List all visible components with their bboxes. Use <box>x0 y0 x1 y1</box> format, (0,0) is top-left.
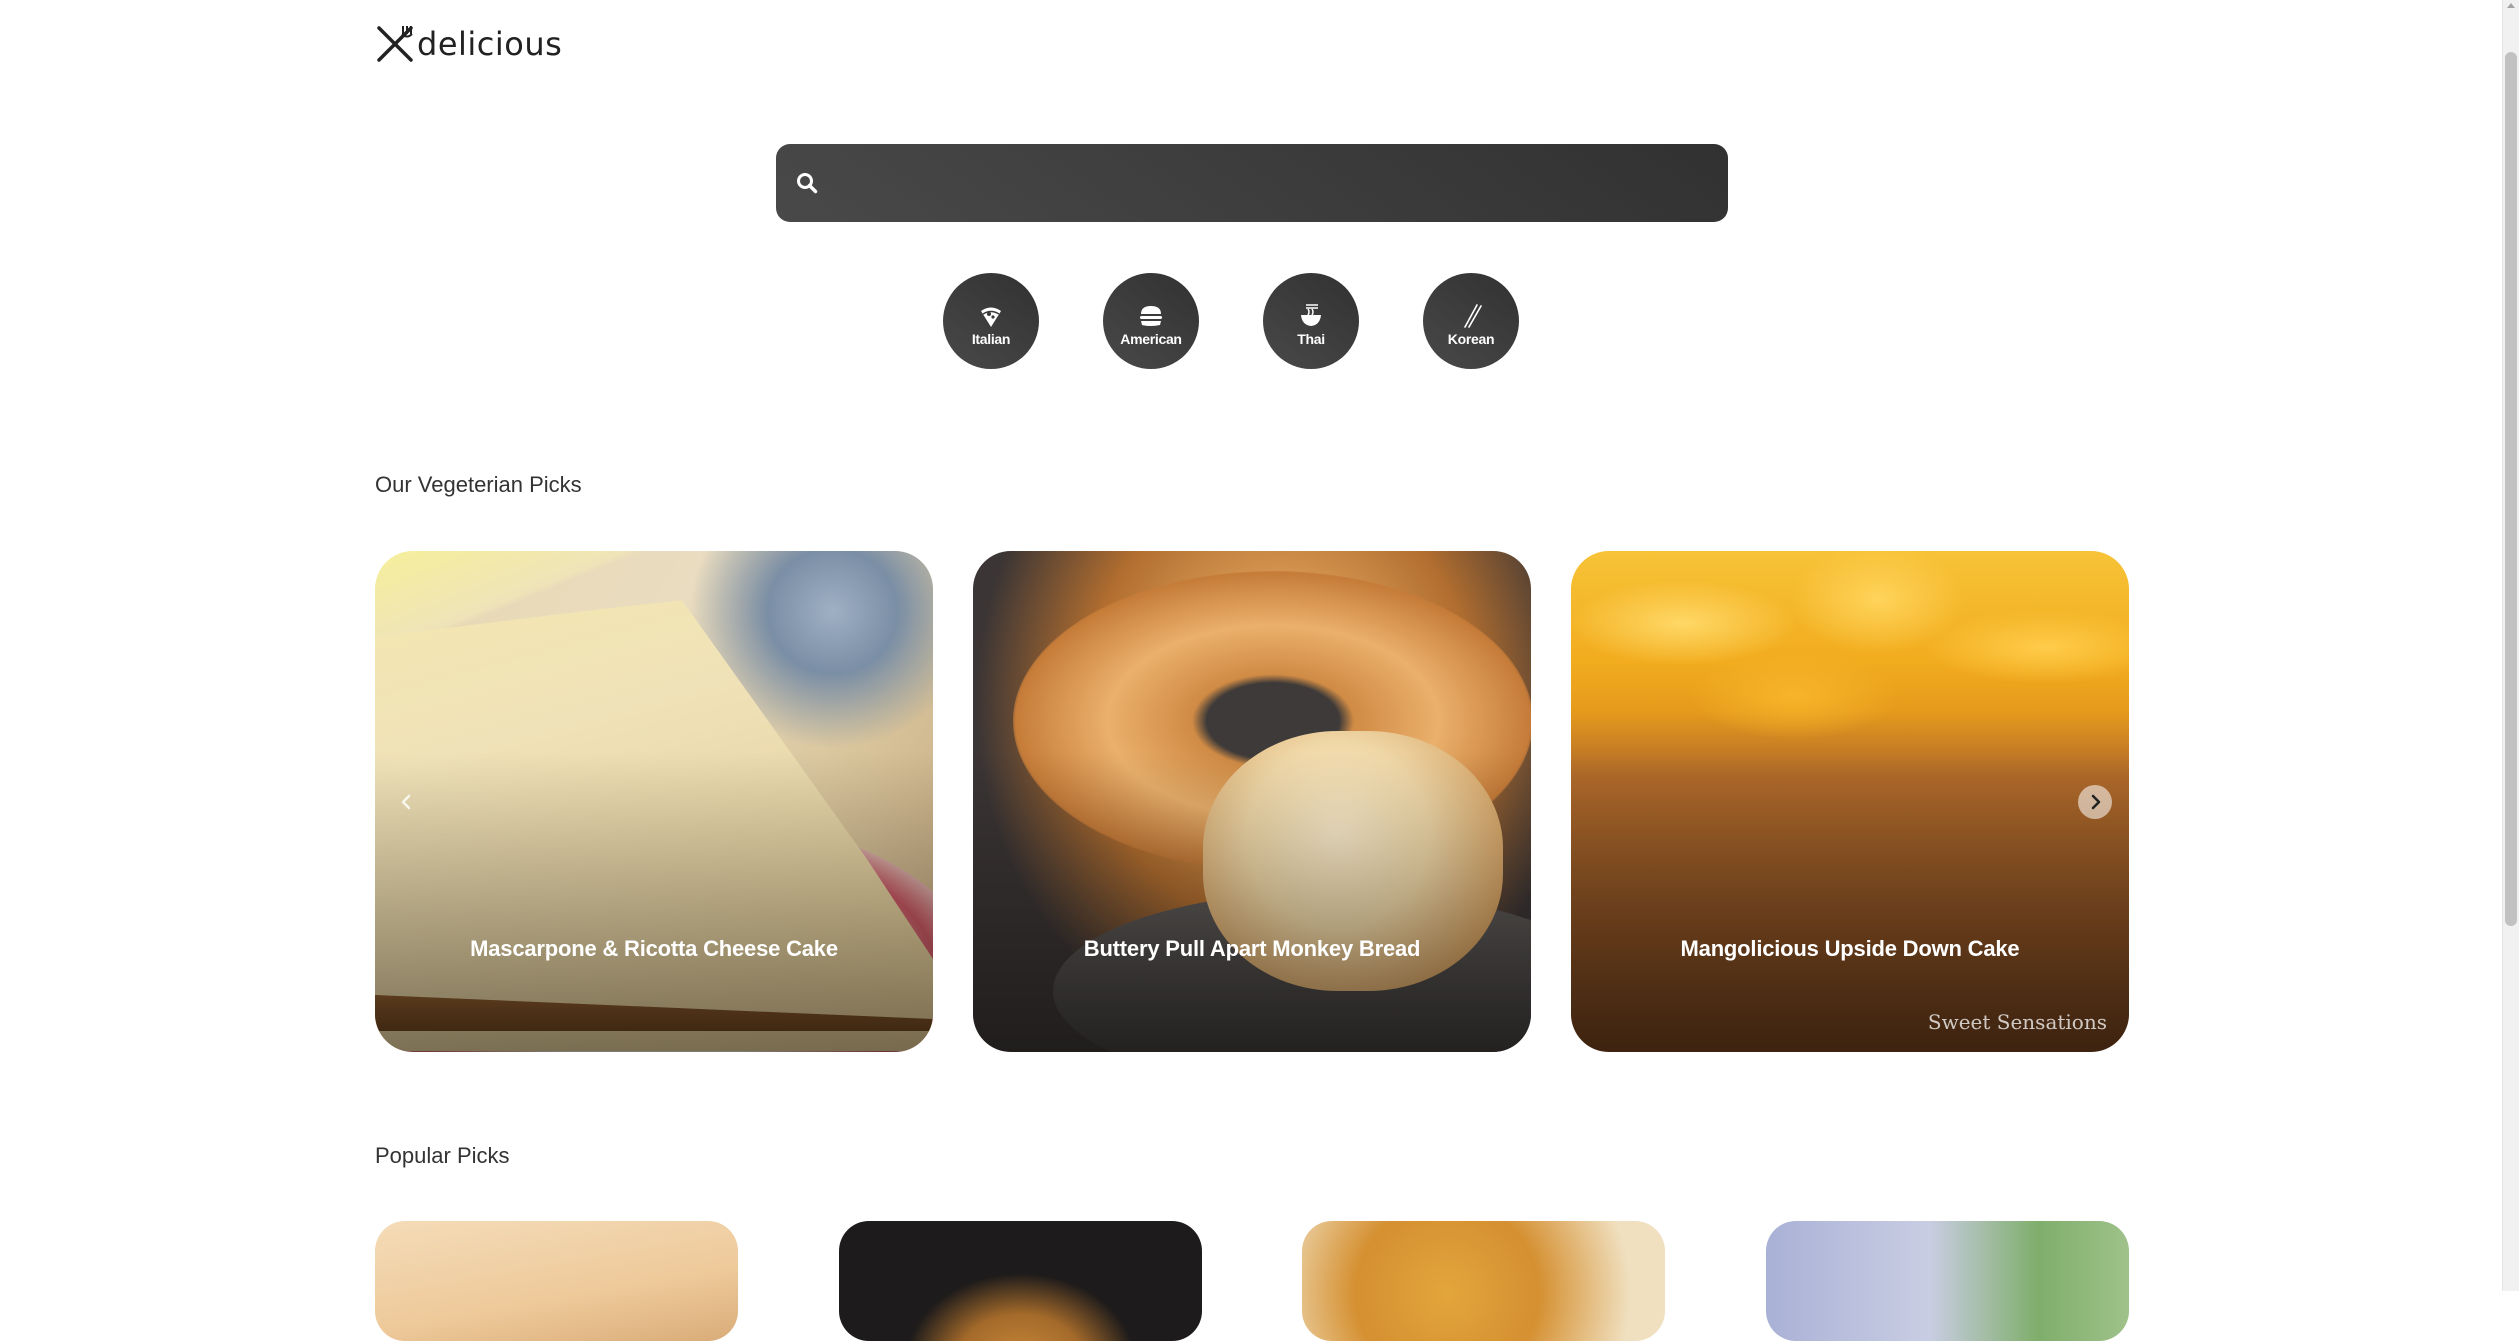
cuisine-thai-button[interactable]: Thai <box>1263 273 1359 369</box>
chevron-right-icon <box>2091 794 2101 810</box>
section-title-popular: Popular Picks <box>375 1143 510 1168</box>
recipe-card[interactable] <box>1302 1221 1665 1341</box>
image-gradient-overlay <box>375 551 933 1052</box>
recipe-card[interactable]: Mascarpone & Ricotta Cheese Cake <box>375 551 933 1052</box>
recipe-card[interactable] <box>1766 1221 2129 1341</box>
search-icon <box>797 173 818 194</box>
recipe-card[interactable]: Mangolicious Upside Down Cake Sweet Sens… <box>1571 551 2129 1052</box>
cuisine-label: Thai <box>1297 331 1325 347</box>
search-bar[interactable] <box>776 144 1728 224</box>
image-gradient-overlay <box>1571 551 2129 1052</box>
burger-icon <box>1140 306 1162 326</box>
brand-name: delicious <box>417 25 563 63</box>
recipe-card[interactable]: Buttery Pull Apart Monkey Bread <box>973 551 1531 1052</box>
fork-knife-icon <box>377 26 413 62</box>
carousel-prev-button[interactable] <box>390 785 424 819</box>
cuisine-label: Korean <box>1447 331 1495 347</box>
cuisine-label: American <box>1120 331 1182 347</box>
scrollbar-thumb[interactable] <box>2505 52 2517 926</box>
recipe-title: Buttery Pull Apart Monkey Bread <box>1083 936 1421 961</box>
cuisine-korean-button[interactable]: Korean <box>1423 273 1519 369</box>
noodle-bowl-icon <box>1301 304 1321 326</box>
popular-carousel <box>375 1221 2129 1341</box>
cuisine-american-button[interactable]: American <box>1103 273 1199 369</box>
section-title-vegetarian: Our Vegeterian Picks <box>375 472 582 497</box>
chopsticks-icon <box>1464 304 1482 328</box>
scroll-up-icon[interactable] <box>2507 3 2515 8</box>
cuisine-italian-button[interactable]: Italian <box>943 273 1039 369</box>
brand-logo[interactable]: delicious <box>375 22 562 66</box>
pizza-icon <box>981 307 1001 327</box>
page-scrollbar[interactable] <box>2502 0 2519 1291</box>
recipe-title: Mascarpone & Ricotta Cheese Cake <box>470 936 838 961</box>
cuisine-nav: Italian American Thai Korean <box>943 273 1519 369</box>
cuisine-label: Italian <box>971 331 1011 347</box>
vegetarian-carousel: Mascarpone & Ricotta Cheese Cake Buttery… <box>375 551 2129 1052</box>
image-watermark: Sweet Sensations <box>1927 1010 2107 1034</box>
search-input[interactable] <box>836 144 1710 224</box>
image-gradient-overlay <box>973 551 1531 1052</box>
chevron-left-icon <box>401 794 411 810</box>
recipe-card[interactable] <box>375 1221 738 1341</box>
recipe-title: Mangolicious Upside Down Cake <box>1680 936 2020 961</box>
recipe-card[interactable] <box>839 1221 1202 1341</box>
carousel-next-button[interactable] <box>2078 785 2112 819</box>
